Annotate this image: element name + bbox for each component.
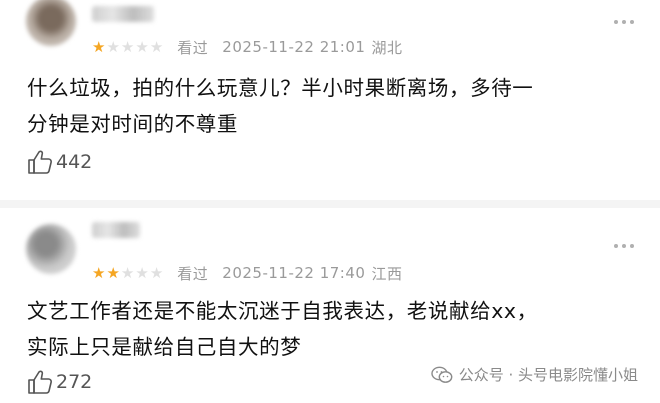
thumbs-up-icon <box>28 150 52 174</box>
star-empty-icon: ★ <box>120 38 135 56</box>
review-content: 文艺工作者还是不能太沉迷于自我表达，老说献给xx， 实际上只是献给自己自大的梦 <box>27 293 627 365</box>
review-location: 湖北 <box>371 38 403 57</box>
review-content: 什么垃圾，拍的什么玩意儿？半小时果断离场，多待一 分钟是对时间的不尊重 <box>27 70 627 142</box>
review-text-line: 实际上只是献给自己自大的梦 <box>27 335 302 359</box>
watermark-text: 公众号 · 头号电影院懂小姐 <box>458 366 638 384</box>
watermark: 公众号 · 头号电影院懂小姐 <box>430 364 638 385</box>
star-empty-icon: ★ <box>120 264 135 282</box>
like-count: 442 <box>56 151 93 173</box>
avatar[interactable] <box>26 224 76 274</box>
star-filled-icon: ★ <box>106 264 120 282</box>
star-empty-icon: ★ <box>149 38 164 56</box>
review-text-line: 文艺工作者还是不能太沉迷于自我表达，老说献给xx， <box>27 299 538 323</box>
star-rating: ★ ★ ★ ★ ★ <box>92 262 163 284</box>
star-empty-icon: ★ <box>149 264 164 282</box>
more-options-icon[interactable] <box>614 244 634 248</box>
review-text-line: 分钟是对时间的不尊重 <box>27 112 238 136</box>
divider <box>0 200 660 208</box>
star-filled-icon: ★ <box>92 264 106 282</box>
watch-status: 看过 <box>177 264 209 283</box>
review-datetime: 2025-11-22 17:40 <box>222 264 366 282</box>
avatar[interactable] <box>26 0 76 46</box>
thumbs-up-icon <box>28 370 52 394</box>
like-count: 272 <box>56 371 93 393</box>
more-options-icon[interactable] <box>614 20 634 24</box>
star-rating: ★ ★ ★ ★ ★ <box>92 36 163 58</box>
like-button[interactable]: 272 <box>26 368 92 396</box>
star-empty-icon: ★ <box>135 264 149 282</box>
wechat-icon <box>430 366 453 383</box>
review-location: 江西 <box>371 264 403 283</box>
star-empty-icon: ★ <box>135 38 149 56</box>
watch-status: 看过 <box>177 38 209 57</box>
like-button[interactable]: 442 <box>26 148 92 176</box>
review-text-line: 什么垃圾，拍的什么玩意儿？半小时果断离场，多待一 <box>27 76 534 100</box>
username-redacted[interactable] <box>92 6 154 22</box>
review-meta: ★ ★ ★ ★ ★ 看过 2025-11-22 17:40 江西 <box>92 262 402 284</box>
star-filled-icon: ★ <box>92 38 106 56</box>
star-empty-icon: ★ <box>106 38 120 56</box>
review-datetime: 2025-11-22 21:01 <box>222 38 366 56</box>
username-redacted[interactable] <box>92 222 140 238</box>
review-item: ★ ★ ★ ★ ★ 看过 2025-11-22 21:01 湖北 什么垃圾，拍的什么玩意… <box>0 0 660 200</box>
review-meta: ★ ★ ★ ★ ★ 看过 2025-11-22 21:01 湖北 <box>92 36 402 58</box>
